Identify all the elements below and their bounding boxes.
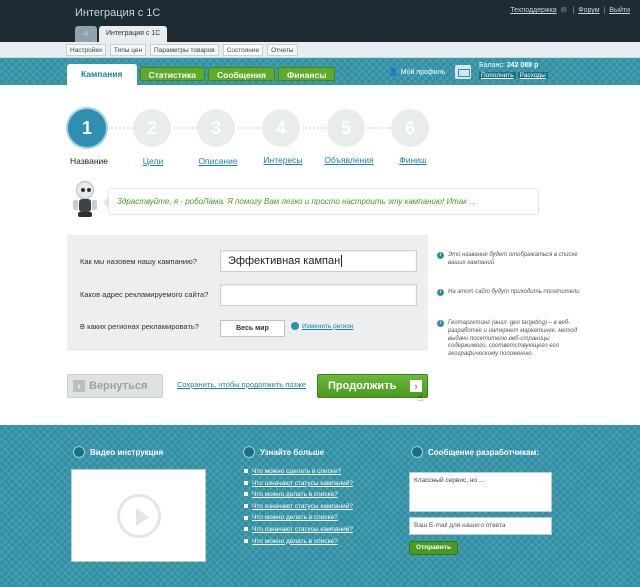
balance-label: Баланс:	[479, 62, 505, 69]
user-icon: 👤	[389, 69, 398, 76]
main-tabs: Кампания Статистика Сообщения Финансы	[67, 64, 336, 85]
save-for-later-link[interactable]: Сохранить, чтобы продолжить позже	[177, 380, 306, 389]
subnav-product-params[interactable]: Параметры товаров	[150, 44, 219, 56]
sub-navigation: Настройки Типы цен Параметры товаров Сос…	[0, 42, 640, 58]
hand-cursor-icon: ☝	[417, 393, 424, 404]
globe-icon	[291, 322, 299, 330]
campaign-name-input[interactable]: Эффективная кампан	[220, 250, 417, 272]
developer-section-heading: Сообщение разработчикам:	[411, 446, 539, 458]
step-connector	[367, 127, 391, 129]
site-address-label: Каков адрес рекламируемого сайта?	[80, 290, 209, 299]
learn-section-heading: Узнайте больше	[243, 446, 324, 458]
chevron-right-icon: ›	[410, 380, 422, 392]
site-address-input[interactable]	[220, 284, 417, 306]
step-connector	[108, 127, 132, 129]
hint-geotargeting: i Геотаргетинг (англ. geo targeting) – в…	[437, 320, 589, 359]
subnav-reports[interactable]: Отчеты	[267, 44, 298, 56]
video-player[interactable]	[71, 469, 206, 562]
info-icon: i	[437, 289, 444, 296]
regions-label: В каких регионах рекламировать?	[80, 322, 199, 331]
continue-button[interactable]: Продолжить ›	[317, 374, 428, 398]
expenses-link[interactable]: Расходы	[517, 72, 548, 79]
tab-campaign[interactable]: Кампания	[67, 64, 137, 85]
message-textarea[interactable]: Классный сервис, но ...	[409, 472, 552, 512]
video-section-heading: Видео инструкция	[73, 446, 163, 458]
list-item[interactable]: Что можно делать в списке?	[244, 514, 353, 526]
change-region-link[interactable]: Изменить регион	[291, 322, 354, 330]
subnav-price-types[interactable]: Типы цен	[109, 44, 147, 56]
step-1-label: Название	[70, 156, 108, 166]
support-link[interactable]: Техподдержка	[510, 7, 556, 14]
list-item[interactable]: Что означают статусы кампаний?	[244, 503, 353, 515]
step-5-label[interactable]: Объявления	[324, 155, 373, 165]
campaign-form: Как мы назовем нашу кампанию? Эффективна…	[67, 235, 428, 351]
balance-amount: 242 088 р	[506, 62, 539, 69]
step-6-label[interactable]: Финиш	[399, 155, 426, 165]
top-links: Техподдержка ✉ | Форум | Выйти	[510, 7, 630, 14]
regions-select-button[interactable]: Весь мир	[220, 320, 285, 337]
mail-icon: ✉	[560, 7, 567, 14]
greeting-bubble: Здраствуйте, я - робоЛама. Я помогу Вам …	[103, 188, 539, 215]
tab-finances[interactable]: Финансы	[278, 67, 336, 81]
list-item[interactable]: Что означают статусы кампаний?	[244, 526, 353, 538]
top-header: Интеграция с 1С Техподдержка ✉ | Форум |…	[0, 0, 640, 42]
top-tabs: ⌂ Интеграция с 1С	[75, 26, 168, 42]
home-tab-icon[interactable]: ⌂	[75, 26, 97, 42]
tab-integration[interactable]: Интеграция с 1С	[99, 26, 168, 42]
profile-label: Мой профиль	[400, 68, 446, 76]
step-3-circle[interactable]: 3	[197, 109, 235, 147]
step-6-circle[interactable]: 6	[391, 109, 429, 147]
hint-campaign-name: i Это название будет отображаться в спис…	[437, 252, 589, 268]
list-item[interactable]: Что означают статусы кампаний?	[244, 480, 353, 492]
wallet-icon	[455, 65, 471, 79]
learn-links-list: Что можно сделать в списке? Что означают…	[244, 468, 353, 549]
subnav-status[interactable]: Состояние	[222, 44, 264, 56]
text-cursor	[341, 255, 343, 268]
step-3-label[interactable]: Описание	[198, 156, 237, 166]
campaign-name-label: Как мы назовем нашу кампанию?	[80, 257, 197, 266]
play-icon[interactable]	[117, 494, 161, 538]
chat-icon	[411, 446, 423, 458]
forum-link[interactable]: Форум	[578, 7, 599, 14]
list-item[interactable]: Что можно делать в списке?	[244, 538, 353, 550]
logout-link[interactable]: Выйти	[609, 7, 630, 14]
balance-widget: Баланс: 242 088 р Пополнить Расходы	[455, 61, 555, 83]
greeting-text: Здраствуйте, я - робоЛама. Я помогу Вам …	[117, 197, 476, 206]
chevron-left-icon: ‹	[73, 380, 85, 392]
hint-site-address: i На этот сайт будут приходить посетител…	[437, 289, 589, 297]
step-2-label[interactable]: Цели	[143, 156, 163, 166]
info-icon	[243, 446, 255, 458]
tab-statistics[interactable]: Статистика	[139, 67, 206, 81]
profile-link[interactable]: 👤 Мой профиль	[389, 68, 446, 77]
email-input[interactable]: Ваш E-mail для нашего ответа	[409, 517, 552, 535]
robot-mascot-icon	[71, 181, 99, 219]
send-button[interactable]: Отправить	[409, 541, 458, 555]
info-icon: i	[437, 320, 444, 327]
video-icon	[73, 446, 85, 458]
app-title: Интеграция с 1С	[75, 7, 161, 19]
tab-messages[interactable]: Сообщения	[208, 67, 276, 81]
topup-link[interactable]: Пополнить	[479, 72, 516, 79]
step-2-circle[interactable]: 2	[133, 109, 171, 147]
step-connector	[173, 127, 197, 129]
info-icon: i	[437, 252, 444, 259]
step-connector	[302, 127, 326, 129]
step-1-circle[interactable]: 1	[68, 109, 106, 147]
list-item[interactable]: Что можно делать в списке?	[244, 491, 353, 503]
step-4-circle[interactable]: 4	[262, 109, 300, 147]
step-5-circle[interactable]: 5	[327, 109, 365, 147]
list-item[interactable]: Что можно сделать в списке?	[244, 468, 353, 480]
back-button[interactable]: ‹ Вернуться	[67, 374, 163, 398]
subnav-settings[interactable]: Настройки	[66, 44, 106, 56]
step-connector	[237, 127, 261, 129]
step-4-label[interactable]: Интересы	[263, 155, 302, 165]
